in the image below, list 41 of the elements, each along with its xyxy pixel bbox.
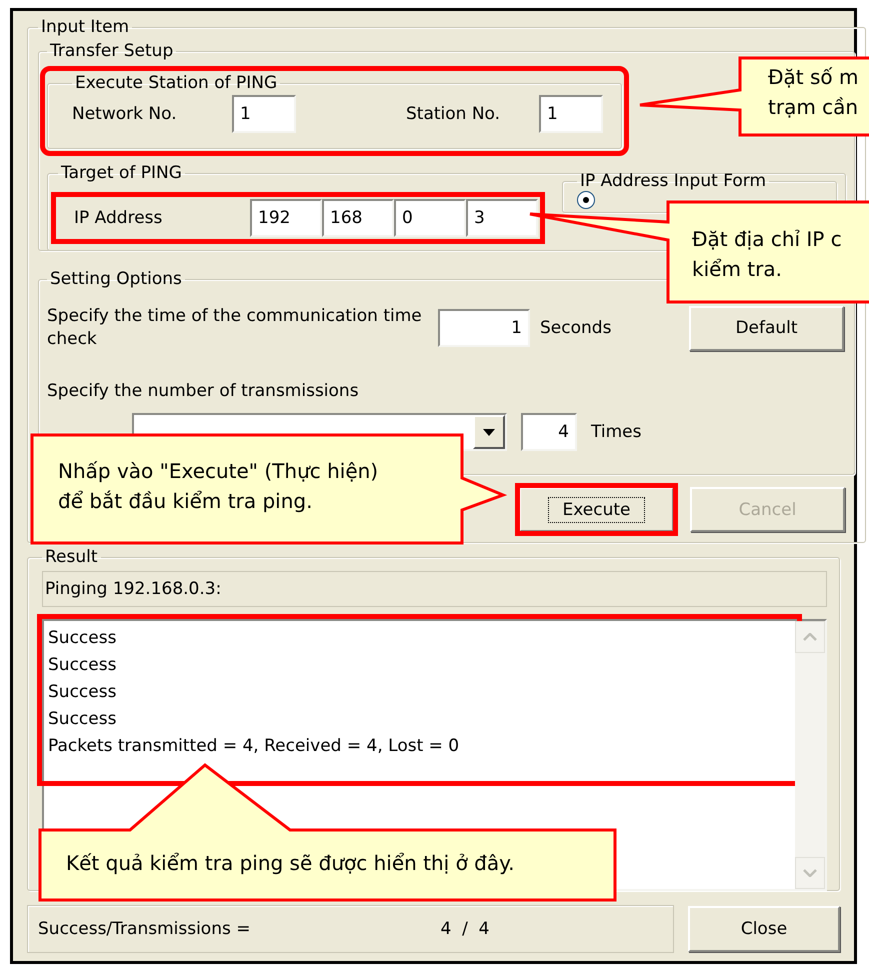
log-line: Success [48, 708, 116, 731]
group-title: Execute Station of PING [74, 73, 278, 93]
field-label: Network No. [72, 104, 178, 124]
group-title: IP Address Input Form [579, 171, 768, 191]
status-field: Pinging 192.168.0.3: [42, 571, 827, 607]
input-field[interactable]: 192 [250, 199, 322, 237]
input-field[interactable]: 1 [539, 95, 603, 133]
status-label: Success/Transmissions = [38, 919, 250, 939]
input-field[interactable]: 1 [438, 309, 530, 347]
input-field[interactable]: 1 [232, 95, 296, 133]
field-label: IP Address [73, 208, 164, 228]
dropdown-arrow-icon [483, 428, 495, 436]
scroll-down-icon [803, 869, 817, 877]
group-title: Target of PING [60, 163, 183, 183]
scroll-up-icon [803, 633, 817, 641]
field-label: Specify the time of the communication time check [47, 305, 423, 351]
log-line: Success [48, 681, 116, 704]
scrollbar[interactable] [795, 621, 825, 889]
input-field[interactable]: 0 [394, 199, 466, 237]
callout-text: Kết quả kiểm tra ping sẽ được hiển thị ở đây. [66, 850, 514, 877]
input-field[interactable]: 3 [466, 199, 538, 237]
group-title: Input Item [40, 17, 130, 37]
unit-label: Seconds [540, 318, 612, 338]
field-label: Station No. [406, 104, 502, 124]
input-field[interactable]: 4 [521, 413, 577, 451]
radio-button[interactable] [577, 191, 595, 209]
close-button[interactable]: Close [688, 906, 840, 952]
log-line: Packets transmitted = 4, Received = 4, Lost = 0 [48, 735, 460, 758]
input-field[interactable]: 168 [322, 199, 394, 237]
status-value: 4 / 4 [440, 919, 490, 939]
callout-text: Đặt số m trạm cần [768, 64, 858, 121]
log-line: Success [48, 627, 116, 650]
group-title: Transfer Setup [49, 41, 174, 61]
callout-text: Đặt địa chỉ IP c kiểm tra. [692, 226, 842, 283]
default-button[interactable]: Default [689, 306, 844, 350]
unit-label: Times [591, 422, 642, 442]
callout-text: Nhấp vào "Execute" (Thực hiện) để bắt đầu kiểm tra ping. [58, 458, 378, 515]
log-line: Success [48, 654, 116, 677]
group-title: Result [44, 547, 99, 567]
group-title: Setting Options [49, 269, 183, 289]
field-label: Specify the number of transmissions [47, 381, 359, 401]
